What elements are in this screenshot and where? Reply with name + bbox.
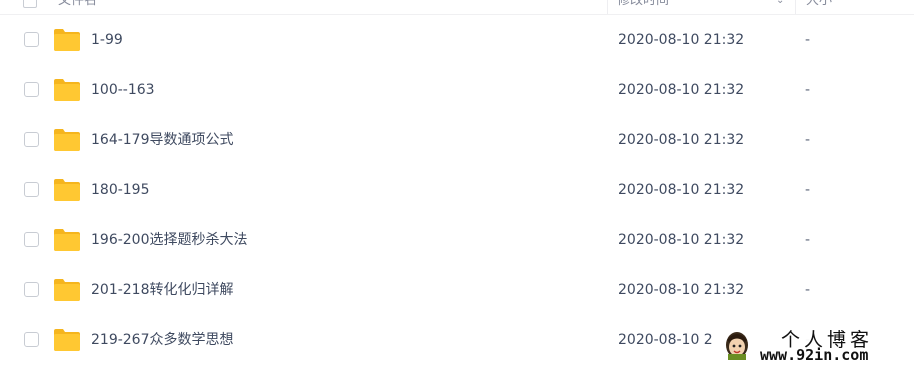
folder-icon bbox=[54, 329, 80, 351]
file-size: - bbox=[805, 282, 811, 298]
file-size: - bbox=[805, 32, 811, 48]
watermark-url: www.92in.com bbox=[760, 346, 869, 364]
blog-watermark: 个人博客 www.92in.com bbox=[718, 323, 914, 368]
folder-icon bbox=[54, 229, 80, 251]
column-divider bbox=[795, 0, 796, 14]
file-name[interactable]: 180-195 bbox=[91, 165, 150, 215]
file-name[interactable]: 1-99 bbox=[91, 15, 123, 65]
file-modified-time: 2020-08-10 21:32 bbox=[618, 32, 745, 48]
file-row[interactable]: 180-195 2020-08-10 21:32 - bbox=[0, 165, 914, 215]
file-size: - bbox=[805, 182, 811, 198]
row-checkbox[interactable] bbox=[24, 232, 39, 247]
row-checkbox[interactable] bbox=[24, 82, 39, 97]
folder-icon bbox=[54, 79, 80, 101]
row-checkbox[interactable] bbox=[24, 182, 39, 197]
row-checkbox[interactable] bbox=[24, 282, 39, 297]
file-modified-time: 2020-08-10 21:32 bbox=[618, 232, 745, 248]
file-row[interactable]: 164-179导数通项公式 2020-08-10 21:32 - bbox=[0, 115, 914, 165]
file-modified-time: 2020-08-10 21:32 bbox=[618, 82, 745, 98]
file-name[interactable]: 164-179导数通项公式 bbox=[91, 115, 234, 165]
file-row[interactable]: 1-99 2020-08-10 21:32 - bbox=[0, 15, 914, 65]
file-name[interactable]: 196-200选择题秒杀大法 bbox=[91, 215, 248, 265]
folder-icon bbox=[54, 129, 80, 151]
row-checkbox[interactable] bbox=[24, 332, 39, 347]
file-modified-time: 2020-08-10 21:32 bbox=[618, 282, 745, 298]
column-header-name[interactable]: 文件名 bbox=[58, 0, 97, 14]
file-modified-time: 2020-08-10 2 bbox=[618, 332, 713, 348]
file-name[interactable]: 100--163 bbox=[91, 65, 155, 115]
file-row[interactable]: 201-218转化化归详解 2020-08-10 21:32 - bbox=[0, 265, 914, 315]
file-modified-time: 2020-08-10 21:32 bbox=[618, 132, 745, 148]
select-all-checkbox[interactable] bbox=[23, 0, 37, 8]
folder-icon bbox=[54, 179, 80, 201]
file-size: - bbox=[805, 232, 811, 248]
file-list-header: 文件名 修改时间 ⌄ 大小 bbox=[0, 0, 914, 15]
column-header-modified[interactable]: 修改时间 bbox=[617, 0, 669, 14]
column-divider bbox=[607, 0, 608, 14]
file-modified-time: 2020-08-10 21:32 bbox=[618, 182, 745, 198]
file-name[interactable]: 201-218转化化归详解 bbox=[91, 265, 234, 315]
row-checkbox[interactable] bbox=[24, 132, 39, 147]
row-checkbox[interactable] bbox=[24, 32, 39, 47]
sort-arrow-icon[interactable]: ⌄ bbox=[776, 0, 784, 14]
file-size: - bbox=[805, 132, 811, 148]
avatar-icon bbox=[726, 332, 748, 360]
file-name[interactable]: 219-267众多数学思想 bbox=[91, 315, 234, 365]
column-header-size[interactable]: 大小 bbox=[806, 0, 832, 14]
folder-icon bbox=[54, 279, 80, 301]
folder-icon bbox=[54, 29, 80, 51]
file-row[interactable]: 196-200选择题秒杀大法 2020-08-10 21:32 - bbox=[0, 215, 914, 265]
file-row[interactable]: 100--163 2020-08-10 21:32 - bbox=[0, 65, 914, 115]
file-size: - bbox=[805, 82, 811, 98]
